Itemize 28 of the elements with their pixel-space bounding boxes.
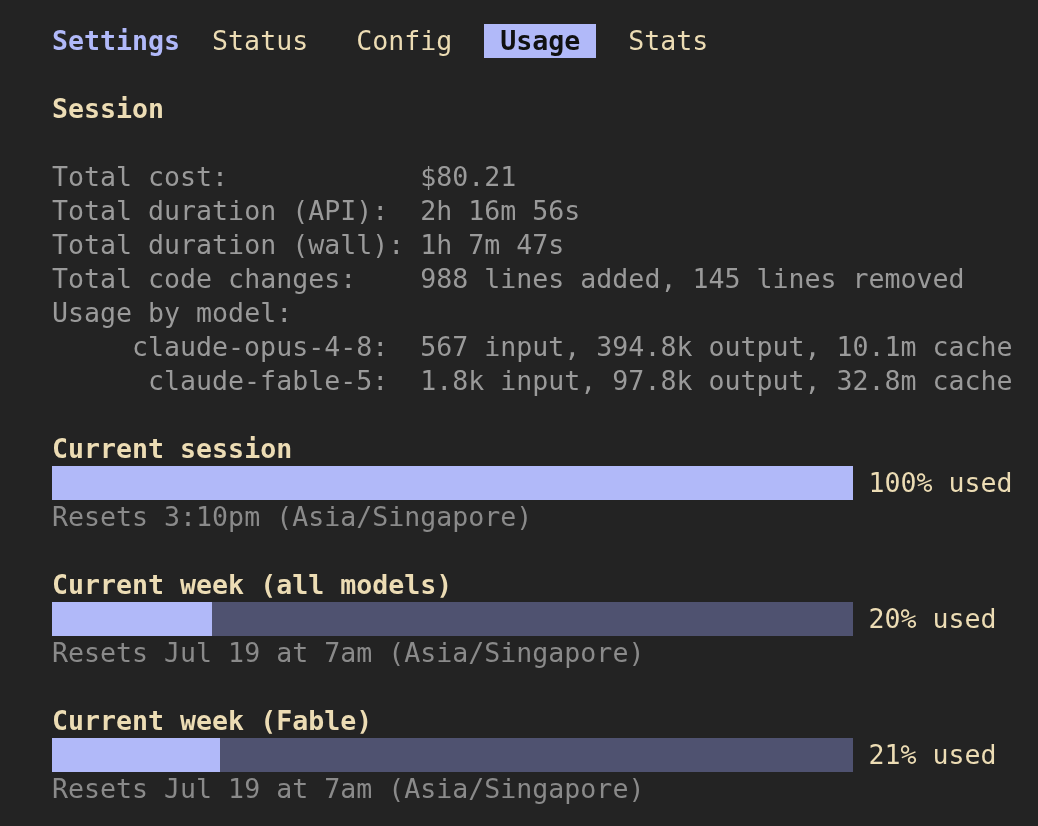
stat-label: Total duration (wall):	[52, 228, 405, 262]
usage-reading: 20% used	[868, 602, 997, 636]
model-usage: 567 input, 394.8k output, 10.1m cache	[420, 330, 1013, 364]
stat-label: Total cost:	[52, 160, 229, 194]
stat-value: 2h 16m 56s	[420, 194, 581, 228]
stat-value: $80.21	[420, 160, 517, 194]
tab[interactable]: Usage	[484, 24, 597, 58]
tab[interactable]: Config	[356, 24, 453, 58]
limit-title: Current session	[52, 432, 293, 466]
stat-label: Total duration (API):	[52, 194, 389, 228]
stat-value: 988 lines added, 145 lines removed	[420, 262, 965, 296]
limit-title: Current week (Fable)	[52, 704, 373, 738]
stat-value: 1h 7m 47s	[420, 228, 565, 262]
stat-label: Total code changes:	[52, 262, 357, 296]
usage-reading: 100% used	[868, 466, 1013, 500]
settings-title: Settings	[52, 24, 181, 58]
limit-title: Current week (all models)	[52, 568, 453, 602]
section-heading: Session	[52, 92, 165, 126]
tab[interactable]: Status	[212, 24, 309, 58]
reset-time: Resets 3:10pm (Asia/Singapore)	[52, 500, 533, 534]
usage-reading: 21% used	[868, 738, 997, 772]
stat-label: Usage by model:	[52, 296, 293, 330]
model-name: claude-opus-4-8:	[132, 330, 389, 364]
tab[interactable]: Stats	[628, 24, 709, 58]
model-usage: 1.8k input, 97.8k output, 32.8m cache	[420, 364, 1013, 398]
model-name: claude-fable-5:	[148, 364, 389, 398]
reset-time: Resets Jul 19 at 7am (Asia/Singapore)	[52, 772, 645, 806]
reset-time: Resets Jul 19 at 7am (Asia/Singapore)	[52, 636, 645, 670]
